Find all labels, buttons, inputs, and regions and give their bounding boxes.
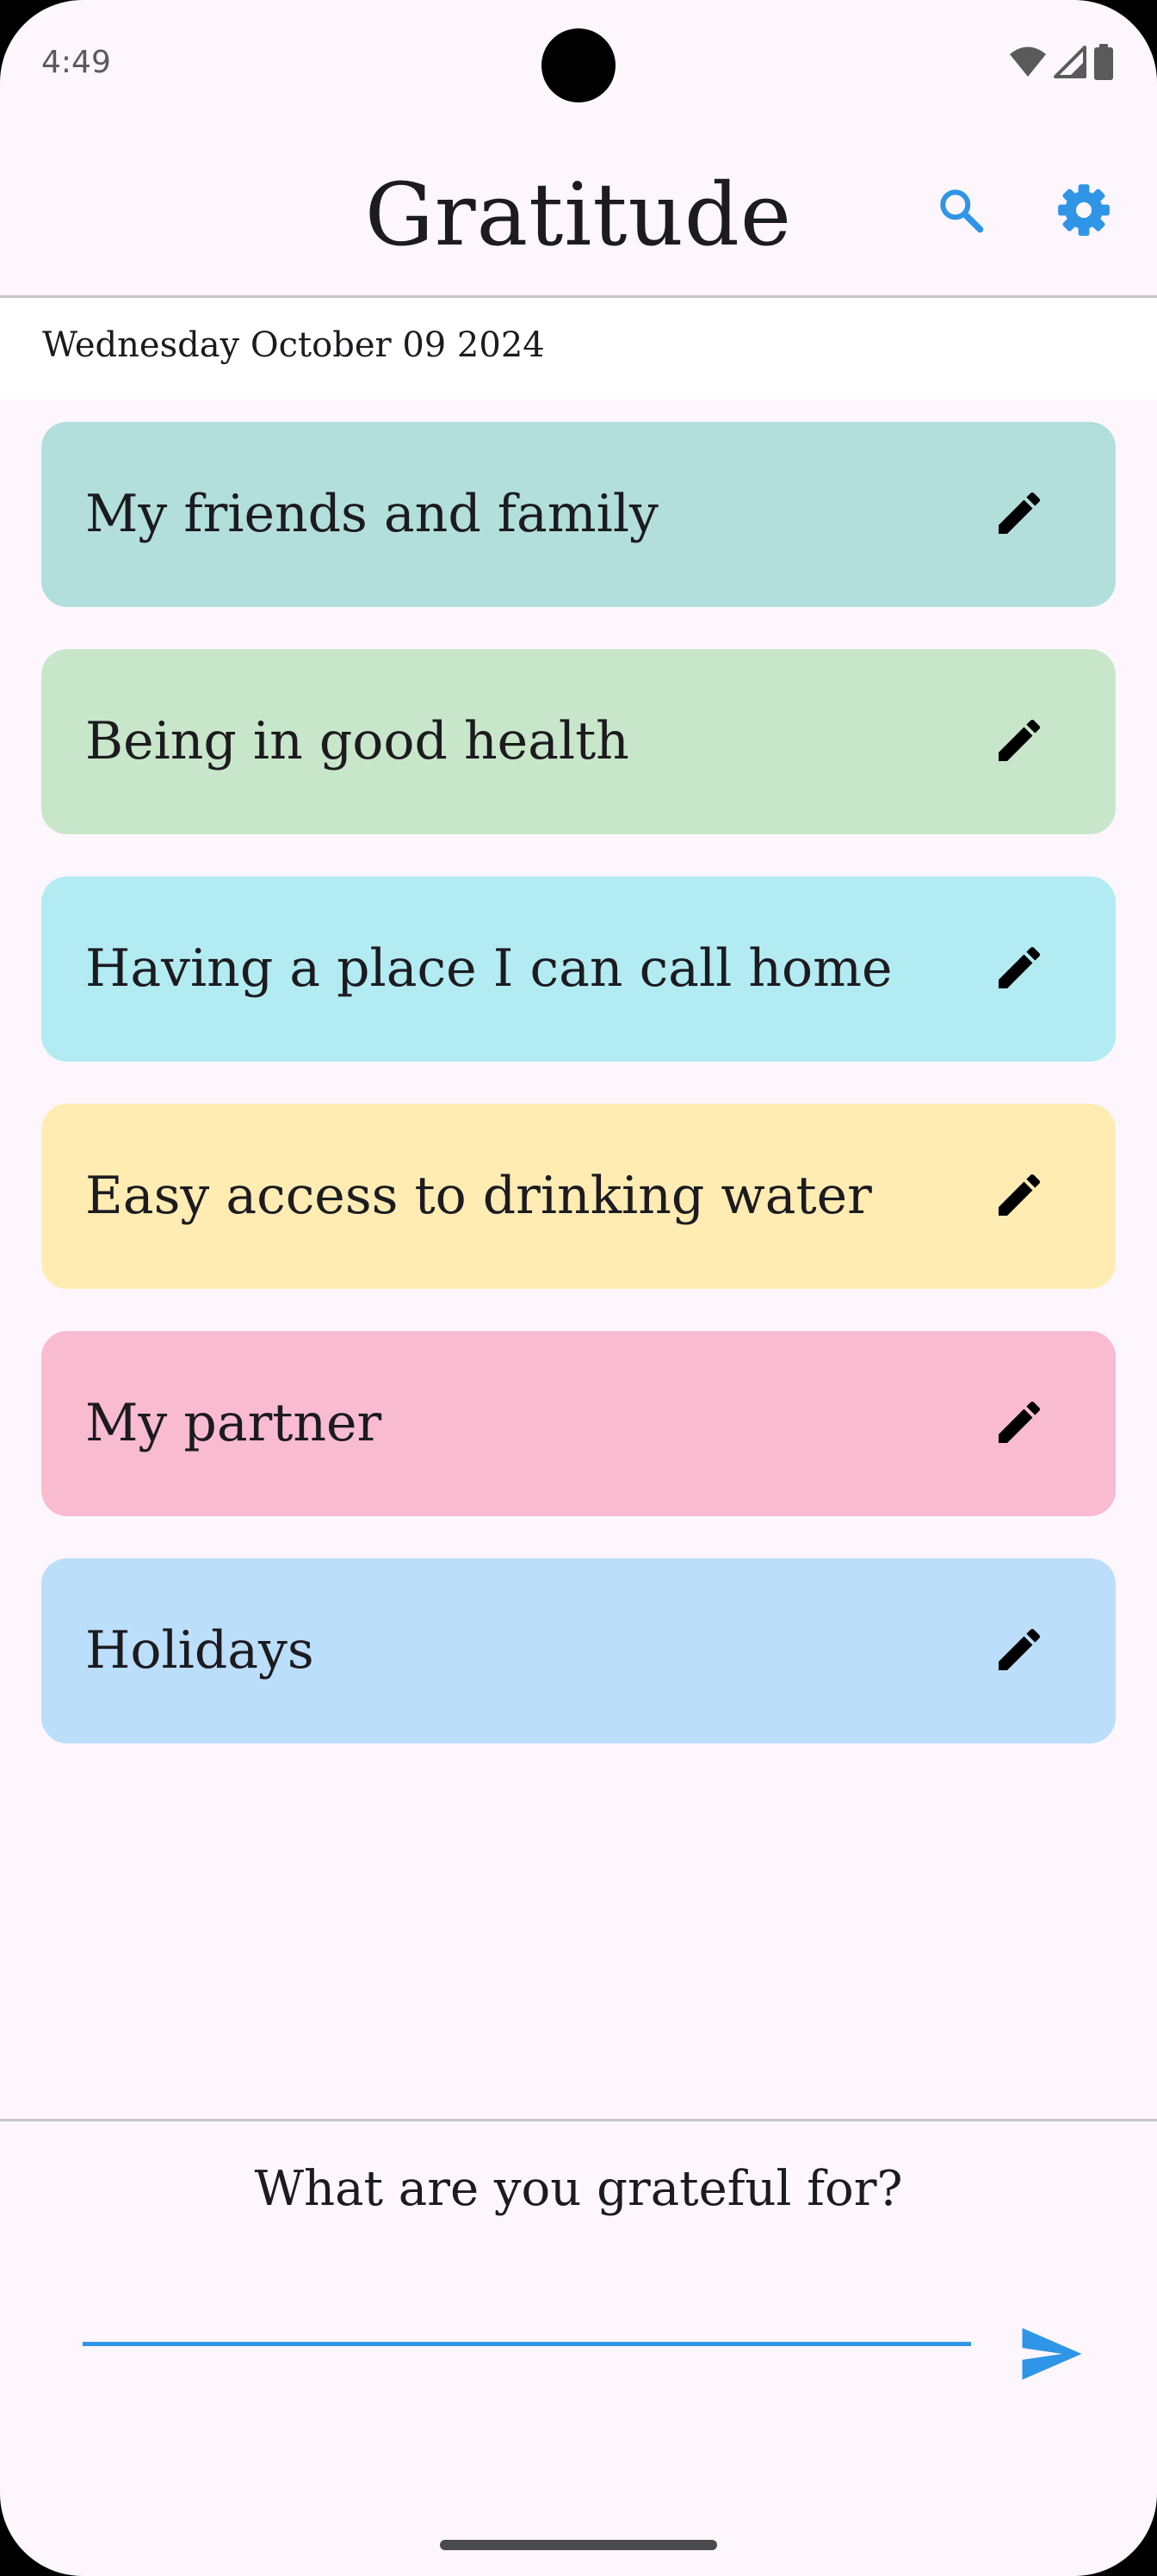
entry-text: Easy access to drinking water	[85, 1166, 872, 1226]
gear-icon	[1056, 183, 1111, 241]
camera-cutout	[541, 28, 616, 102]
search-icon	[935, 184, 987, 239]
edit-entry-button[interactable]	[985, 708, 1054, 777]
settings-button[interactable]	[1053, 181, 1115, 243]
edit-pencil-icon	[992, 1395, 1047, 1453]
entry-text: My partner	[85, 1393, 382, 1453]
gratitude-list: My friends and family Being in good heal…	[41, 422, 1116, 1786]
app-screen: 4:49 Gratitude Wednesday October 09 2024…	[0, 0, 1157, 2576]
composer-prompt: What are you grateful for?	[254, 2161, 903, 2217]
edit-entry-button[interactable]	[985, 935, 1054, 1004]
wifi-icon	[1009, 46, 1047, 81]
edit-entry-button[interactable]	[985, 1390, 1054, 1458]
edit-pencil-icon	[992, 940, 1047, 999]
entry-text: Having a place I can call home	[85, 938, 893, 999]
gratitude-entry[interactable]: Having a place I can call home	[41, 876, 1116, 1062]
edit-pencil-icon	[992, 713, 1047, 771]
gratitude-entry[interactable]: Holidays	[41, 1558, 1116, 1743]
gratitude-entry[interactable]: My partner	[41, 1331, 1116, 1516]
edit-pencil-icon	[992, 486, 1047, 544]
edit-pencil-icon	[992, 1622, 1047, 1681]
current-date: Wednesday October 09 2024	[42, 325, 545, 365]
send-icon	[1021, 2326, 1083, 2385]
gratitude-entry[interactable]: My friends and family	[41, 422, 1116, 607]
composer-divider	[0, 2119, 1157, 2121]
gratitude-entry[interactable]: Easy access to drinking water	[41, 1104, 1116, 1289]
edit-entry-button[interactable]	[985, 1617, 1054, 1686]
gratitude-input[interactable]	[83, 2273, 971, 2346]
search-button[interactable]	[930, 181, 992, 243]
gratitude-entry[interactable]: Being in good health	[41, 649, 1116, 834]
date-header: Wednesday October 09 2024	[0, 298, 1157, 399]
status-icons	[1009, 44, 1114, 84]
entry-text: Holidays	[85, 1620, 314, 1681]
edit-pencil-icon	[992, 1167, 1047, 1226]
battery-icon	[1093, 44, 1114, 84]
home-indicator[interactable]	[440, 2540, 717, 2550]
entry-text: My friends and family	[85, 484, 659, 544]
send-button[interactable]	[1018, 2321, 1086, 2390]
status-time: 4:49	[41, 45, 111, 80]
cell-signal-icon	[1054, 46, 1086, 82]
edit-entry-button[interactable]	[985, 1162, 1054, 1231]
edit-entry-button[interactable]	[985, 480, 1054, 549]
entry-text: Being in good health	[85, 711, 629, 771]
